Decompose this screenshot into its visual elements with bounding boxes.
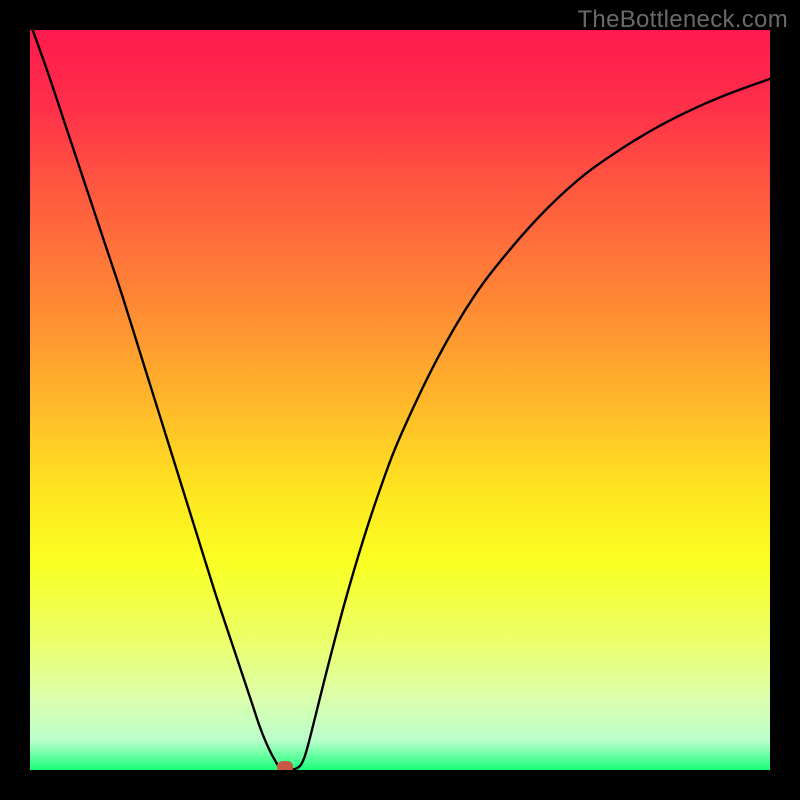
plot-area (30, 30, 770, 770)
outer-frame: TheBottleneck.com (0, 0, 800, 800)
optimum-marker (277, 761, 293, 770)
bottleneck-curve (30, 30, 770, 770)
